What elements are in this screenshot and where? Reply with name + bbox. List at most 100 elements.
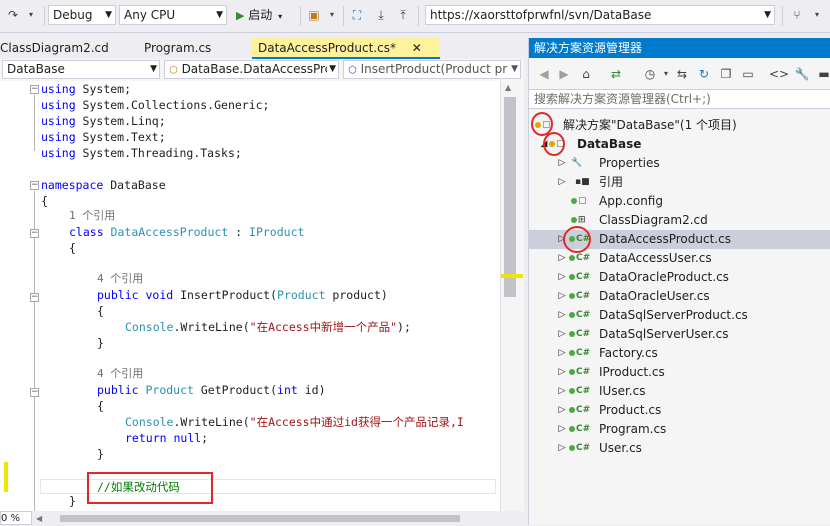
tab-dataaccessproduct[interactable]: DataAccessProduct.cs* ✕	[252, 38, 440, 59]
tree-item-factory[interactable]: ▷ C# Factory.cs	[529, 344, 830, 363]
collapse-toggle[interactable]: −	[30, 229, 39, 238]
pending-changes-icon[interactable]: ⇆	[673, 65, 691, 83]
code-line: return null;	[125, 431, 209, 445]
home-icon[interactable]: ⌂	[577, 65, 595, 83]
tree-solution-node[interactable]: ▢ 解决方案"DataBase"(1 个项目)	[529, 116, 830, 135]
expand-arrow-icon[interactable]: ▷	[557, 287, 567, 306]
csharp-file-icon: C#	[569, 365, 590, 379]
url-value: https://xaorsttofprwfnl/svn/DataBase	[430, 8, 652, 22]
toolbar-separator	[782, 6, 783, 26]
tree-item-dataoracleproduct[interactable]: ▷ C# DataOracleProduct.cs	[529, 268, 830, 287]
expand-arrow-icon[interactable]: ▷	[557, 344, 567, 363]
toolbar-separator	[343, 6, 344, 26]
tree-item-user[interactable]: ▷ C# User.cs	[529, 439, 830, 458]
class-value: DataBase.DataAccessPrc	[181, 62, 332, 76]
tree-item-program[interactable]: ▷ C# Program.cs	[529, 420, 830, 439]
browse-dropdown-icon[interactable]: ▾	[323, 6, 341, 24]
editor-bottom-bar: 0 % ◀	[0, 511, 524, 525]
chevron-down-icon: ▼	[216, 10, 223, 20]
scrollbar-thumb[interactable]	[504, 97, 516, 297]
back-icon[interactable]: ◀	[535, 65, 553, 83]
collapse-toggle[interactable]: −	[30, 293, 39, 302]
play-icon: ▶	[236, 9, 245, 22]
preview-icon[interactable]: ▬	[815, 65, 830, 83]
tree-item-app-config[interactable]: ▢ App.config	[529, 192, 830, 211]
upload-icon[interactable]: ⤒	[394, 6, 412, 24]
reference-count[interactable]: 4 个引用	[97, 366, 143, 382]
tab-classdiagram2[interactable]: ClassDiagram2.cd	[0, 38, 115, 59]
scroll-up-icon[interactable]: ▲	[505, 83, 511, 92]
reference-count[interactable]: 4 个引用	[97, 271, 143, 287]
tab-label: Program.cs	[144, 41, 212, 55]
expand-arrow-icon[interactable]: ▷	[557, 173, 567, 192]
expand-arrow-icon[interactable]: ▷	[557, 420, 567, 439]
forward-icon[interactable]: ▶	[555, 65, 573, 83]
code-line: using System;	[41, 82, 132, 96]
scroll-left-icon[interactable]: ◀	[36, 514, 42, 523]
tree-item-datasqlserverproduct[interactable]: ▷ C# DataSqlServerProduct.cs	[529, 306, 830, 325]
attach-icon[interactable]: ⛶	[348, 6, 366, 24]
member-combo[interactable]: ⬡ InsertProduct(Product pr ▼	[343, 60, 521, 79]
tree-item-dataoracleuser[interactable]: ▷ C# DataOracleUser.cs	[529, 287, 830, 306]
csharp-file-icon: C#	[569, 384, 590, 398]
expand-arrow-icon[interactable]: ▷	[557, 439, 567, 458]
editor-vertical-scrollbar[interactable]: ▲	[500, 81, 524, 511]
configuration-combo[interactable]: Debug ▼	[48, 5, 116, 25]
csharp-file-icon: C#	[569, 327, 590, 341]
csharp-file-icon: C#	[569, 422, 590, 436]
show-all-files-icon[interactable]: ▭	[739, 65, 757, 83]
code-line: using System.Linq;	[41, 114, 166, 128]
collapse-toggle[interactable]: −	[30, 388, 39, 397]
toolbar-separator	[418, 6, 419, 26]
solution-explorer-panel: 解决方案资源管理器 ◀ ▶ ⌂ ⇄ ◷ ▾ ⇆ ↻ ❐ ▭ <> 🔧 ▬ 搜索解…	[528, 38, 830, 525]
tree-item-iproduct[interactable]: ▷ C# IProduct.cs	[529, 363, 830, 382]
code-line: public Product GetProduct(int id)	[97, 383, 326, 397]
tree-item-iuser[interactable]: ▷ C# IUser.cs	[529, 382, 830, 401]
platform-value: Any CPU	[124, 8, 176, 22]
class-combo[interactable]: ⬡ DataBase.DataAccessPrc ▼	[164, 60, 339, 79]
expand-arrow-icon[interactable]: ▷	[557, 306, 567, 325]
expand-arrow-icon[interactable]: ▷	[557, 249, 567, 268]
expand-arrow-icon[interactable]: ▷	[557, 268, 567, 287]
expand-arrow-icon[interactable]: ▷	[557, 154, 567, 173]
step-icon[interactable]: ⤓	[372, 6, 390, 24]
expand-arrow-icon[interactable]: ▷	[557, 363, 567, 382]
tree-item-properties[interactable]: ▷ 🔧 Properties	[529, 154, 830, 173]
properties-wrench-icon[interactable]: 🔧	[793, 65, 811, 83]
document-tab-bar: ClassDiagram2.cd Program.cs DataAccessPr…	[0, 38, 524, 59]
view-code-icon[interactable]: <>	[769, 65, 789, 83]
tree-item-datasqlserveruser[interactable]: ▷ C# DataSqlServerUser.cs	[529, 325, 830, 344]
zoom-combo[interactable]: 0 %	[0, 511, 32, 525]
tree-item-product[interactable]: ▷ C# Product.cs	[529, 401, 830, 420]
expand-arrow-icon[interactable]: ▷	[557, 325, 567, 344]
merge-icon[interactable]: ⑂	[788, 6, 806, 24]
url-combo[interactable]: https://xaorsttofprwfnl/svn/DataBase ▼	[425, 5, 775, 25]
method-icon: ⬡	[348, 65, 357, 76]
solution-explorer-search-input[interactable]: 搜索解决方案资源管理器(Ctrl+;)	[529, 89, 830, 109]
tab-program[interactable]: Program.cs	[138, 38, 217, 59]
collapse-toggle[interactable]: −	[30, 85, 39, 94]
project-combo[interactable]: DataBase ▼	[2, 60, 160, 79]
refresh-icon[interactable]: ↻	[695, 65, 713, 83]
merge-dropdown-icon[interactable]: ▾	[808, 6, 826, 24]
close-icon[interactable]: ✕	[412, 41, 422, 55]
sync-icon[interactable]: ⇄	[607, 65, 625, 83]
redo-icon[interactable]: ↷	[4, 6, 22, 24]
redo-dropdown-icon[interactable]: ▾	[22, 6, 40, 24]
collapse-all-icon[interactable]: ❐	[717, 65, 735, 83]
code-editor[interactable]: − − − − − using System; using System.Col…	[0, 81, 500, 511]
tree-project-node[interactable]: ◢ ▢ DataBase	[529, 135, 830, 154]
csharp-file-icon: C#	[569, 441, 590, 455]
code-line: public void InsertProduct(Product produc…	[97, 288, 388, 302]
horizontal-scrollbar-thumb[interactable]	[60, 515, 460, 522]
start-button[interactable]: ▶ 启动 ▾	[236, 5, 282, 25]
annotation-highlight-box	[87, 472, 213, 504]
expand-arrow-icon[interactable]: ▷	[557, 401, 567, 420]
browse-icon[interactable]: ▣	[305, 6, 323, 24]
csharp-file-icon: C#	[569, 346, 590, 360]
reference-count[interactable]: 1 个引用	[69, 208, 115, 224]
platform-combo[interactable]: Any CPU ▼	[119, 5, 227, 25]
expand-arrow-icon[interactable]: ▷	[557, 382, 567, 401]
tree-item-references[interactable]: ▷ ▪■ 引用	[529, 173, 830, 192]
collapse-toggle[interactable]: −	[30, 181, 39, 190]
